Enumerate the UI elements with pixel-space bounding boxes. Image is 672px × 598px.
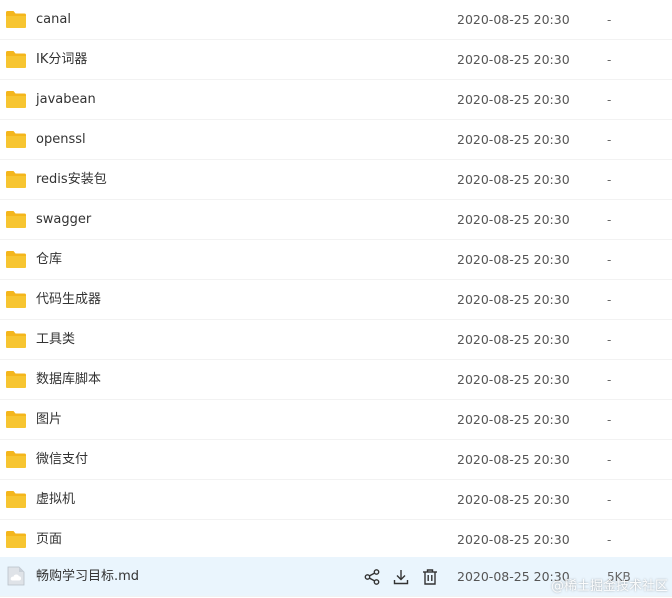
file-row-vm[interactable]: 虚拟机 2020-08-25 20:30 - bbox=[0, 480, 672, 520]
file-name[interactable]: 图片 bbox=[36, 400, 62, 440]
file-name[interactable]: 代码生成器 bbox=[36, 280, 101, 320]
file-size: - bbox=[607, 133, 612, 147]
file-row-redis[interactable]: redis安装包 2020-08-25 20:30 - bbox=[0, 160, 672, 200]
file-name[interactable]: 页面 bbox=[36, 520, 62, 560]
file-name[interactable]: 数据库脚本 bbox=[36, 360, 101, 400]
file-date: 2020-08-25 20:30 bbox=[457, 372, 570, 387]
file-row-pages[interactable]: 页面 2020-08-25 20:30 - bbox=[0, 520, 672, 560]
row-actions bbox=[362, 567, 440, 587]
file-size: - bbox=[607, 253, 612, 267]
cloud-file-icon bbox=[5, 565, 27, 587]
file-row-ik[interactable]: IK分词器 2020-08-25 20:30 - bbox=[0, 40, 672, 80]
file-size: - bbox=[607, 333, 612, 347]
file-size: - bbox=[607, 53, 612, 67]
file-date: 2020-08-25 20:30 bbox=[457, 132, 570, 147]
folder-icon bbox=[5, 328, 27, 350]
file-date: 2020-08-25 20:30 bbox=[457, 492, 570, 507]
file-size: - bbox=[607, 173, 612, 187]
file-name[interactable]: swagger bbox=[36, 200, 91, 240]
folder-icon bbox=[5, 48, 27, 70]
file-date: 2020-08-25 20:30 bbox=[457, 452, 570, 467]
folder-icon bbox=[5, 8, 27, 30]
download-icon[interactable] bbox=[391, 567, 411, 587]
file-date: 2020-08-25 20:30 bbox=[457, 412, 570, 427]
file-name[interactable]: 畅购学习目标.md bbox=[36, 557, 139, 597]
folder-icon bbox=[5, 368, 27, 390]
file-size: - bbox=[607, 413, 612, 427]
file-name[interactable]: redis安装包 bbox=[36, 160, 107, 200]
folder-icon bbox=[5, 408, 27, 430]
file-size: - bbox=[607, 453, 612, 467]
file-name[interactable]: 工具类 bbox=[36, 320, 75, 360]
file-name[interactable]: canal bbox=[36, 0, 71, 40]
file-size: - bbox=[607, 213, 612, 227]
folder-icon bbox=[5, 248, 27, 270]
folder-icon bbox=[5, 168, 27, 190]
file-row-md[interactable]: 畅购学习目标.md 2020-08-25 20:30 5KB bbox=[0, 557, 672, 597]
file-row-utils[interactable]: 工具类 2020-08-25 20:30 - bbox=[0, 320, 672, 360]
file-date: 2020-08-25 20:30 bbox=[457, 52, 570, 67]
file-date: 2020-08-25 20:30 bbox=[457, 252, 570, 267]
file-date: 2020-08-25 20:30 bbox=[457, 92, 570, 107]
file-name[interactable]: openssl bbox=[36, 120, 86, 160]
file-row-canal[interactable]: canal 2020-08-25 20:30 - bbox=[0, 0, 672, 40]
file-size: - bbox=[607, 93, 612, 107]
file-row-javabean[interactable]: javabean 2020-08-25 20:30 - bbox=[0, 80, 672, 120]
file-row-wechat-pay[interactable]: 微信支付 2020-08-25 20:30 - bbox=[0, 440, 672, 480]
file-name[interactable]: IK分词器 bbox=[36, 40, 87, 80]
file-date: 2020-08-25 20:30 bbox=[457, 332, 570, 347]
file-row-codegen[interactable]: 代码生成器 2020-08-25 20:30 - bbox=[0, 280, 672, 320]
file-row-repository[interactable]: 仓库 2020-08-25 20:30 - bbox=[0, 240, 672, 280]
file-date: 2020-08-25 20:30 bbox=[457, 569, 570, 584]
share-icon[interactable] bbox=[362, 567, 382, 587]
file-date: 2020-08-25 20:30 bbox=[457, 12, 570, 27]
folder-icon bbox=[5, 88, 27, 110]
file-size: - bbox=[607, 533, 612, 547]
delete-icon[interactable] bbox=[420, 567, 440, 587]
folder-icon bbox=[5, 488, 27, 510]
file-size: - bbox=[607, 493, 612, 507]
file-name[interactable]: 微信支付 bbox=[36, 440, 88, 480]
file-row-images[interactable]: 图片 2020-08-25 20:30 - bbox=[0, 400, 672, 440]
file-size: 5KB bbox=[607, 570, 631, 584]
folder-icon bbox=[5, 448, 27, 470]
file-date: 2020-08-25 20:30 bbox=[457, 532, 570, 547]
file-list: canal 2020-08-25 20:30 - IK分词器 2020-08-2… bbox=[0, 0, 672, 598]
folder-icon bbox=[5, 128, 27, 150]
file-row-db-scripts[interactable]: 数据库脚本 2020-08-25 20:30 - bbox=[0, 360, 672, 400]
file-date: 2020-08-25 20:30 bbox=[457, 212, 570, 227]
file-name[interactable]: 虚拟机 bbox=[36, 480, 75, 520]
folder-icon bbox=[5, 288, 27, 310]
file-name[interactable]: javabean bbox=[36, 80, 96, 120]
file-row-openssl[interactable]: openssl 2020-08-25 20:30 - bbox=[0, 120, 672, 160]
file-size: - bbox=[607, 293, 612, 307]
file-size: - bbox=[607, 373, 612, 387]
file-date: 2020-08-25 20:30 bbox=[457, 172, 570, 187]
folder-icon bbox=[5, 208, 27, 230]
folder-icon bbox=[5, 528, 27, 550]
file-name[interactable]: 仓库 bbox=[36, 240, 62, 280]
file-row-swagger[interactable]: swagger 2020-08-25 20:30 - bbox=[0, 200, 672, 240]
file-date: 2020-08-25 20:30 bbox=[457, 292, 570, 307]
file-size: - bbox=[607, 13, 612, 27]
